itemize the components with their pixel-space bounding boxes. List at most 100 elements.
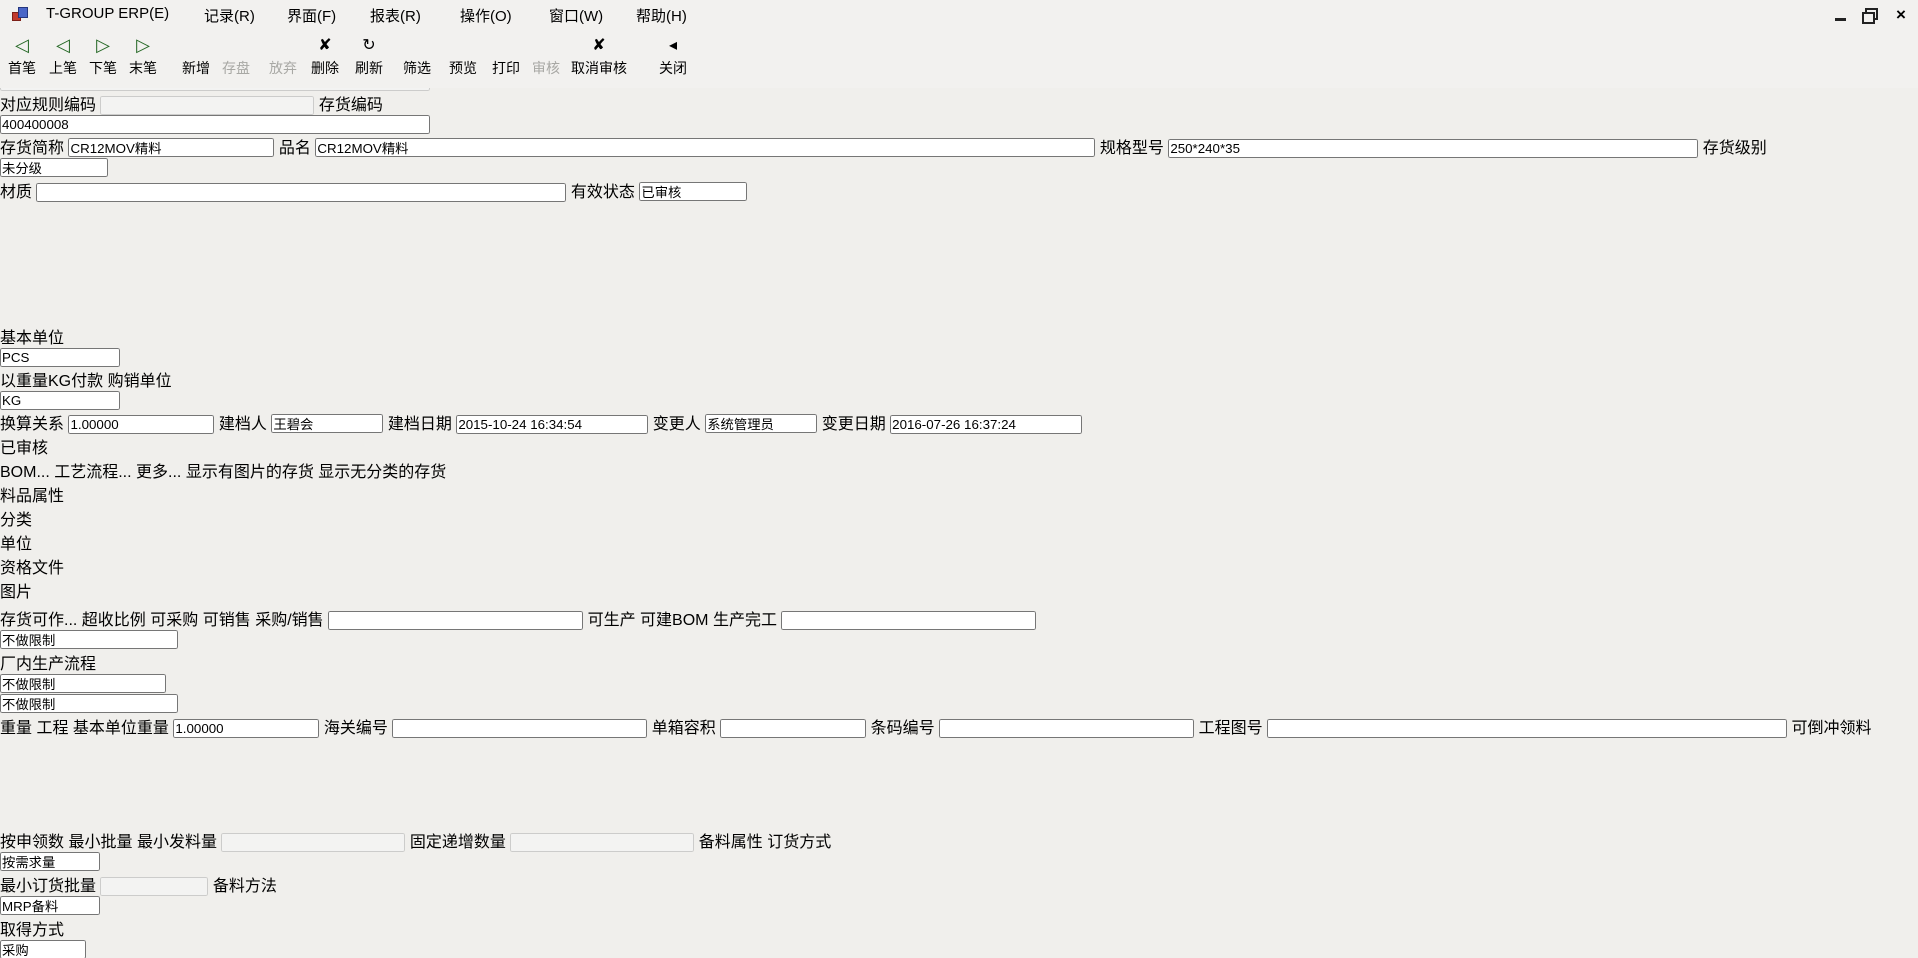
- order-mode-label: 订货方式: [767, 834, 831, 851]
- menu-report[interactable]: 报表(R): [370, 5, 421, 26]
- menu-interface[interactable]: 界面(F): [287, 5, 336, 26]
- audit-button: 审核: [525, 33, 567, 78]
- create-date-label: 建档日期: [388, 416, 452, 433]
- over-production-input[interactable]: [781, 611, 1036, 630]
- acquire-input[interactable]: [0, 940, 86, 958]
- menu-window[interactable]: 窗口(W): [549, 5, 603, 26]
- min-order-label: 最小订货批量: [0, 878, 96, 895]
- discard-button: 放弃: [262, 33, 304, 78]
- box-volume-input[interactable]: [720, 719, 866, 738]
- subtab-category[interactable]: 分类: [0, 506, 54, 530]
- trade-unit-label: 购销单位: [108, 373, 172, 390]
- min-batch-label: 最小批量: [68, 834, 132, 851]
- menu-help[interactable]: 帮助(H): [636, 5, 687, 26]
- filter-button[interactable]: 筛选: [396, 33, 438, 78]
- print-button[interactable]: 打印: [485, 33, 527, 78]
- subtab-unit[interactable]: 单位: [0, 530, 54, 554]
- menu-record[interactable]: 记录(R): [204, 5, 255, 26]
- issue-mode-box: [0, 738, 206, 828]
- restore-icon[interactable]: [1861, 8, 1877, 22]
- create-date-input: [456, 415, 648, 434]
- over-purchase-input[interactable]: [328, 611, 583, 630]
- order-mode-input[interactable]: [0, 852, 100, 871]
- prev-record-button[interactable]: ◁上笔: [42, 33, 84, 78]
- prep-method-label: 备料方法: [213, 878, 277, 895]
- bom-link[interactable]: BOM...: [0, 464, 50, 481]
- add-button[interactable]: 新增: [175, 33, 217, 78]
- factory-flow-group: [0, 674, 1918, 694]
- level-input[interactable]: [0, 158, 108, 177]
- item-name-label: 品名: [279, 140, 311, 157]
- spec-input[interactable]: [1168, 139, 1698, 158]
- trade-unit-group: [0, 391, 1918, 410]
- exit-door-icon: ◂: [669, 33, 677, 57]
- backflush-label: 可倒冲领料: [1792, 720, 1872, 737]
- last-record-button[interactable]: ▷末笔: [122, 33, 164, 78]
- subtab-qualification[interactable]: 资格文件: [0, 554, 88, 578]
- minimize-icon[interactable]: [1833, 8, 1849, 22]
- restriction-1-input[interactable]: [0, 630, 178, 649]
- status-input: [639, 182, 747, 201]
- rule-code-label: 对应规则编码: [0, 97, 96, 114]
- drawing-input[interactable]: [1267, 719, 1787, 738]
- min-issue-label: 最小发料量: [137, 834, 217, 851]
- customs-input[interactable]: [392, 719, 647, 738]
- cancel-audit-button[interactable]: ✘取消审核: [562, 33, 636, 78]
- menu-app[interactable]: T-GROUP ERP(E): [46, 5, 169, 22]
- menu-operation[interactable]: 操作(O): [460, 5, 512, 26]
- erp-window: T-GROUP ERP(E) 记录(R) 界面(F) 报表(R) 操作(O) 窗…: [0, 0, 1918, 958]
- section-material-prep: 备料属性: [699, 834, 763, 851]
- material-input[interactable]: [36, 183, 566, 202]
- factory-flow-input[interactable]: [0, 674, 166, 693]
- app-logo-icon: [12, 7, 29, 23]
- close-window-icon[interactable]: ×: [1893, 8, 1909, 22]
- refresh-button[interactable]: ↻刷新: [348, 33, 390, 78]
- toolbar: ◁首笔 ◁上笔 ▷下笔 ▷末笔 新增 存盘 放弃 ✘删除 ↻刷新 筛选 预览 打…: [0, 30, 1918, 88]
- process-flow-link[interactable]: 工艺流程...: [54, 464, 131, 481]
- restriction-2-input[interactable]: [0, 694, 178, 713]
- base-weight-label: 基本单位重量: [73, 720, 169, 737]
- item-name-input[interactable]: [315, 138, 1095, 157]
- more-link[interactable]: 更多...: [136, 464, 181, 481]
- item-short-input[interactable]: [68, 138, 274, 157]
- close-button[interactable]: ◂关闭: [652, 33, 694, 78]
- purchasable-label: 可采购: [150, 612, 198, 629]
- modify-date-input: [890, 415, 1082, 434]
- base-unit-label: 基本单位: [0, 330, 64, 347]
- acquire-label: 取得方式: [0, 922, 64, 939]
- item-code-group: [0, 115, 1918, 134]
- factory-flow-label: 厂内生产流程: [0, 656, 96, 673]
- base-weight-input[interactable]: [173, 719, 319, 738]
- modifier-input: [705, 414, 817, 433]
- status-label: 有效状态: [571, 184, 635, 201]
- pay-by-kg-label: 以重量KG付款: [0, 373, 103, 390]
- barcode-label: 条码编号: [871, 720, 935, 737]
- cancel-audit-icon: ✘: [592, 33, 605, 57]
- first-record-button[interactable]: ◁首笔: [1, 33, 43, 78]
- trade-unit-input[interactable]: [0, 391, 120, 410]
- customs-label: 海关编号: [324, 720, 388, 737]
- subtab-item-properties[interactable]: 料品属性: [0, 482, 98, 506]
- save-button: 存盘: [215, 33, 257, 78]
- bomable-label: 可建BOM: [640, 612, 708, 629]
- section-weight: 重量 工程: [0, 720, 68, 737]
- preview-button[interactable]: 预览: [442, 33, 484, 78]
- next-record-icon: ▷: [96, 33, 110, 57]
- approved-stamp: 已审核: [0, 434, 1918, 458]
- item-code-input[interactable]: [0, 115, 430, 134]
- delete-button[interactable]: ✘删除: [304, 33, 346, 78]
- prep-method-input[interactable]: [0, 896, 100, 915]
- next-record-button[interactable]: ▷下笔: [82, 33, 124, 78]
- refresh-icon: ↻: [362, 33, 375, 57]
- base-unit-input[interactable]: [0, 348, 120, 367]
- conversion-input[interactable]: [68, 415, 214, 434]
- producible-label: 可生产: [588, 612, 636, 629]
- barcode-input[interactable]: [939, 719, 1194, 738]
- show-unclassified-items-link[interactable]: 显示无分类的存货: [318, 464, 446, 481]
- first-record-icon: ◁: [15, 33, 29, 57]
- drawing-label: 工程图号: [1199, 720, 1263, 737]
- subtab-image[interactable]: 图片: [0, 578, 54, 602]
- fixed-increment-label: 固定递增数量: [410, 834, 506, 851]
- creator-input: [271, 414, 383, 433]
- show-items-with-images-link[interactable]: 显示有图片的存货: [186, 464, 314, 481]
